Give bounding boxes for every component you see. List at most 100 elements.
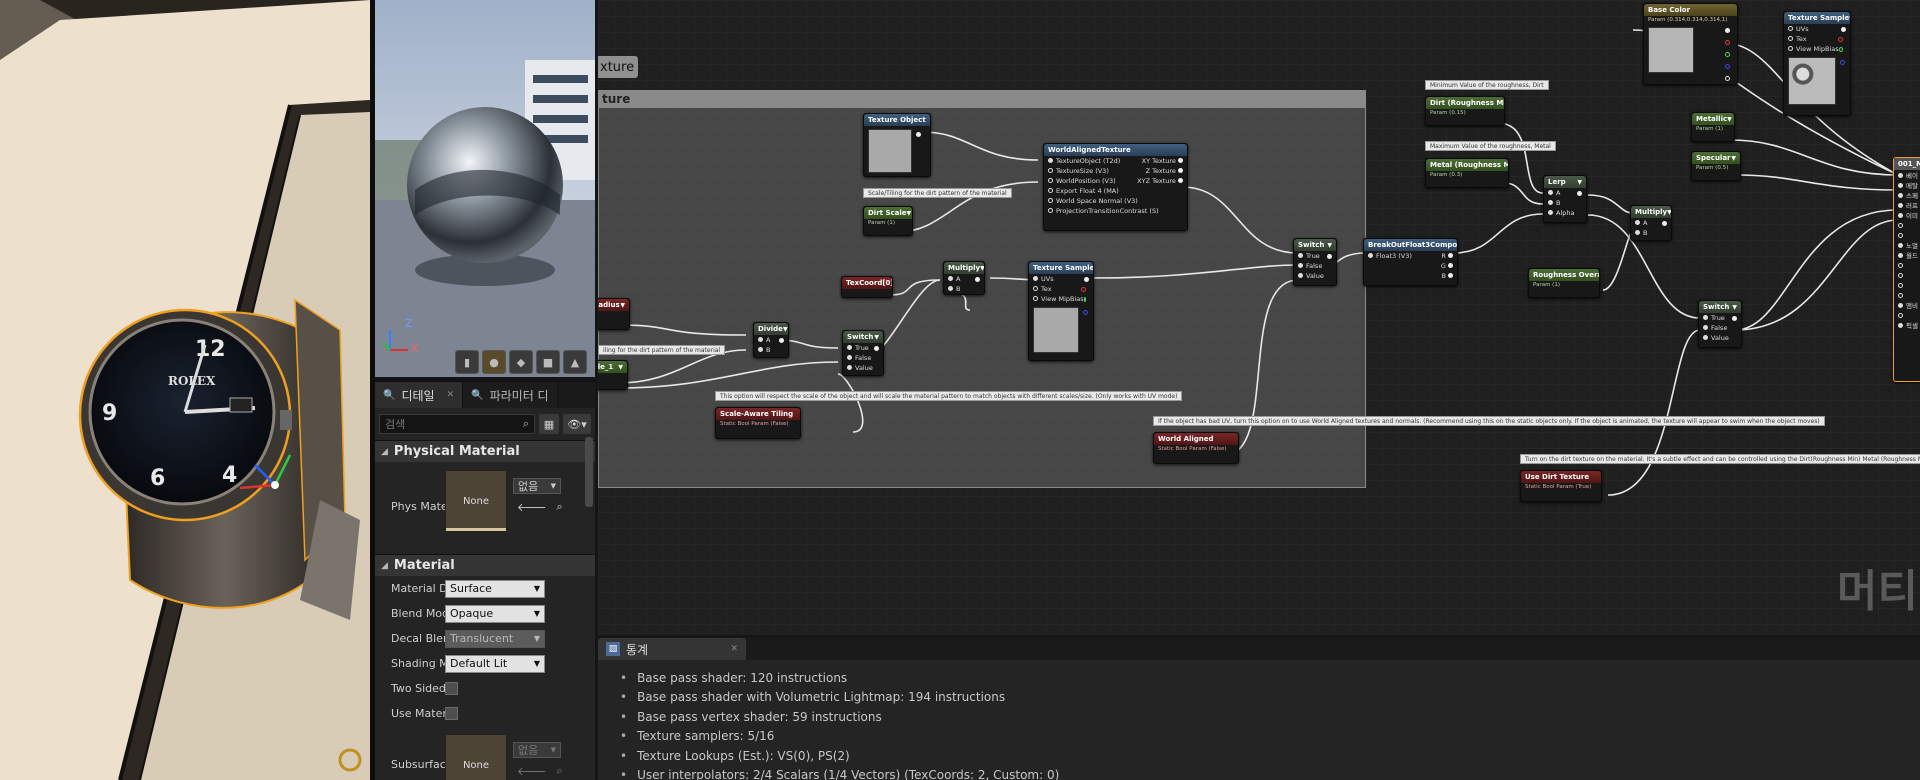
node-header[interactable]: Divide ▼	[754, 323, 788, 335]
node-lerp[interactable]: Lerp ▼ A B Alpha	[1543, 175, 1587, 223]
node-multiply[interactable]: Multiply ▼ A B	[943, 261, 985, 295]
node-scale-aware-tiling[interactable]: Scale-Aware Tiling Static Bool Param (Fa…	[715, 407, 801, 439]
node-switch[interactable]: Switch ▼ True False Value	[1293, 238, 1337, 286]
phys-mat-dropdown[interactable]: 없음 ▼	[513, 478, 561, 494]
node-header[interactable]: Use Dirt Texture	[1521, 471, 1601, 483]
details-scrollbar[interactable]	[585, 437, 593, 507]
section-physical-material[interactable]: ◢ Physical Material	[375, 440, 595, 462]
node-world-aligned-texture[interactable]: WorldAlignedTexture TextureObject (T2d) X…	[1043, 143, 1188, 231]
node-texture-sample[interactable]: Texture Sample▼ UVs Tex View MipBias	[1028, 261, 1094, 361]
node-header[interactable]: 001_M	[1894, 158, 1920, 170]
decal-blend-dropdown[interactable]: Translucent ▼	[445, 629, 545, 648]
node-header[interactable]: Specular ▼	[1692, 152, 1740, 164]
plane-preview-button[interactable]: ◆	[509, 350, 533, 374]
tab-details[interactable]: 🔍 디테일 ✕	[375, 382, 464, 408]
cylinder-preview-button[interactable]: ▮	[455, 350, 479, 374]
browse-search-icon[interactable]: ⌕	[557, 500, 563, 514]
material-preview[interactable]: Z X	[375, 0, 595, 377]
node-header[interactable]: Dirt Scale ▼	[864, 207, 912, 219]
node-header[interactable]: Radius▼	[598, 299, 629, 311]
node-scale-param[interactable]: ale_1 ▼	[598, 360, 628, 390]
node-dirt-roughness-min[interactable]: Dirt (Roughness Min)▼ Param (0.15)	[1425, 96, 1505, 126]
note-min-roughness[interactable]: Minimum Value of the roughness, Dirt	[1425, 80, 1549, 90]
input-pin[interactable]	[1898, 182, 1903, 188]
sphere-preview-button[interactable]: ●	[482, 350, 506, 374]
node-multiply[interactable]: Multiply ▼ A B	[1630, 205, 1672, 241]
input-pin[interactable]	[1898, 222, 1903, 228]
input-pin[interactable]	[1898, 232, 1903, 238]
cube-preview-button[interactable]: ■	[536, 350, 560, 374]
level-viewport[interactable]: 12 9 6 4 ROLEX	[0, 0, 370, 780]
node-header[interactable]: Scale-Aware Tiling	[716, 408, 800, 420]
input-pin[interactable]	[1898, 272, 1903, 278]
section-material[interactable]: ◢ Material	[375, 554, 595, 576]
node-texture-object[interactable]: Texture Object	[863, 113, 931, 177]
node-material-result[interactable]: 001_M 베이 메탈 스페 러프 이미 노멀 월드 앰비 픽셀	[1893, 157, 1920, 382]
input-pin[interactable]	[1898, 262, 1903, 268]
shading-model-dropdown[interactable]: Default Lit ▼	[445, 654, 545, 673]
input-pin[interactable]	[1898, 242, 1903, 248]
node-specular[interactable]: Specular ▼ Param (0.5)	[1691, 151, 1741, 181]
node-header[interactable]: Multiply ▼	[944, 262, 984, 274]
node-world-aligned[interactable]: World Aligned Static Bool Param (False)	[1153, 432, 1239, 464]
use-material-attributes-checkbox[interactable]	[445, 707, 458, 720]
node-metallic[interactable]: Metallic ▼ Param (1)	[1691, 112, 1735, 142]
node-roughness-overall[interactable]: Roughness Overall▼ Param (1)	[1528, 268, 1600, 298]
node-header[interactable]: Multiply ▼	[1631, 206, 1671, 218]
close-icon[interactable]: ✕	[730, 644, 738, 654]
input-pin[interactable]	[1898, 282, 1903, 288]
note-scale-tiling[interactable]: Scale/Tiling for the dirt pattern of the…	[863, 188, 1012, 198]
node-header[interactable]: Texture Sample▼	[1029, 262, 1093, 274]
note-tiling-dirt[interactable]: iling for the dirt pattern of the materi…	[598, 345, 726, 355]
node-header[interactable]: TexCoord[0]▼	[842, 277, 892, 289]
node-header[interactable]: WorldAlignedTexture	[1044, 144, 1187, 156]
note-world-aligned[interactable]: If the object has bad UV, turn this opti…	[1153, 416, 1825, 426]
output-pin[interactable]	[916, 132, 921, 137]
input-pin[interactable]	[1898, 252, 1903, 258]
node-header[interactable]: Metal (Roughness Max)▼	[1426, 159, 1508, 171]
input-pin[interactable]	[1898, 172, 1903, 178]
node-header[interactable]: World Aligned	[1154, 433, 1238, 445]
node-texcoord[interactable]: TexCoord[0]▼	[841, 276, 893, 298]
visibility-button[interactable]: 👁▾	[563, 414, 591, 434]
node-radius[interactable]: Radius▼	[598, 298, 630, 330]
phys-mat-thumbnail[interactable]: None	[445, 470, 507, 532]
subsurface-dropdown[interactable]: 없음 ▼	[513, 742, 561, 758]
tab-stats[interactable]: ▧ 통계 ✕	[598, 638, 746, 660]
tab-parameters[interactable]: 🔍 파라미터 디	[463, 382, 558, 408]
input-pin[interactable]	[1898, 292, 1903, 298]
browse-search-icon[interactable]: ⌕	[557, 764, 563, 778]
mesh-preview-button[interactable]: ▲	[563, 350, 587, 374]
grid-view-button[interactable]: ▦	[539, 414, 559, 434]
subsurface-thumbnail[interactable]: None	[445, 734, 507, 780]
node-header[interactable]: Switch ▼	[843, 331, 883, 343]
node-header[interactable]: Base Color	[1644, 4, 1737, 16]
node-switch[interactable]: Switch ▼ True False Value	[842, 330, 884, 376]
node-header[interactable]: Switch ▼	[1699, 301, 1741, 313]
node-header[interactable]: Switch ▼	[1294, 239, 1336, 251]
close-icon[interactable]: ✕	[447, 390, 455, 400]
input-pin[interactable]	[1898, 192, 1903, 198]
note-use-dirt[interactable]: Turn on the dirt texture on the material…	[1520, 454, 1920, 464]
input-pin[interactable]	[1898, 322, 1903, 328]
node-header[interactable]: Texture Object	[864, 114, 930, 126]
note-scale-aware[interactable]: This option will respect the scale of th…	[715, 391, 1183, 401]
node-base-color[interactable]: Base Color Param (0.314,0.314,0.314,1)	[1643, 3, 1738, 85]
node-header[interactable]: BreakOutFloat3Components	[1364, 239, 1457, 251]
node-header[interactable]: Lerp ▼	[1544, 176, 1586, 188]
node-divide[interactable]: Divide ▼ A B	[753, 322, 789, 358]
input-pin[interactable]	[1898, 202, 1903, 208]
input-pin[interactable]	[1898, 302, 1903, 308]
node-header[interactable]: ale_1 ▼	[598, 361, 627, 373]
node-header[interactable]: Metallic ▼	[1692, 113, 1734, 125]
input-pin[interactable]	[1898, 312, 1903, 318]
use-selected-arrow-icon[interactable]: 🡐	[517, 500, 547, 514]
note-max-roughness[interactable]: Maximum Value of the roughness, Metal	[1425, 141, 1556, 151]
node-dirt-scale[interactable]: Dirt Scale ▼ Param (1)	[863, 206, 913, 236]
material-domain-dropdown[interactable]: Surface ▼	[445, 579, 545, 598]
two-sided-checkbox[interactable]	[445, 682, 458, 695]
node-metal-roughness-max[interactable]: Metal (Roughness Max)▼ Param (0.3)	[1425, 158, 1509, 188]
node-header[interactable]: Texture Sample▼	[1784, 12, 1850, 24]
node-switch[interactable]: Switch ▼ True False Value	[1698, 300, 1742, 348]
input-pin[interactable]	[1898, 212, 1903, 218]
